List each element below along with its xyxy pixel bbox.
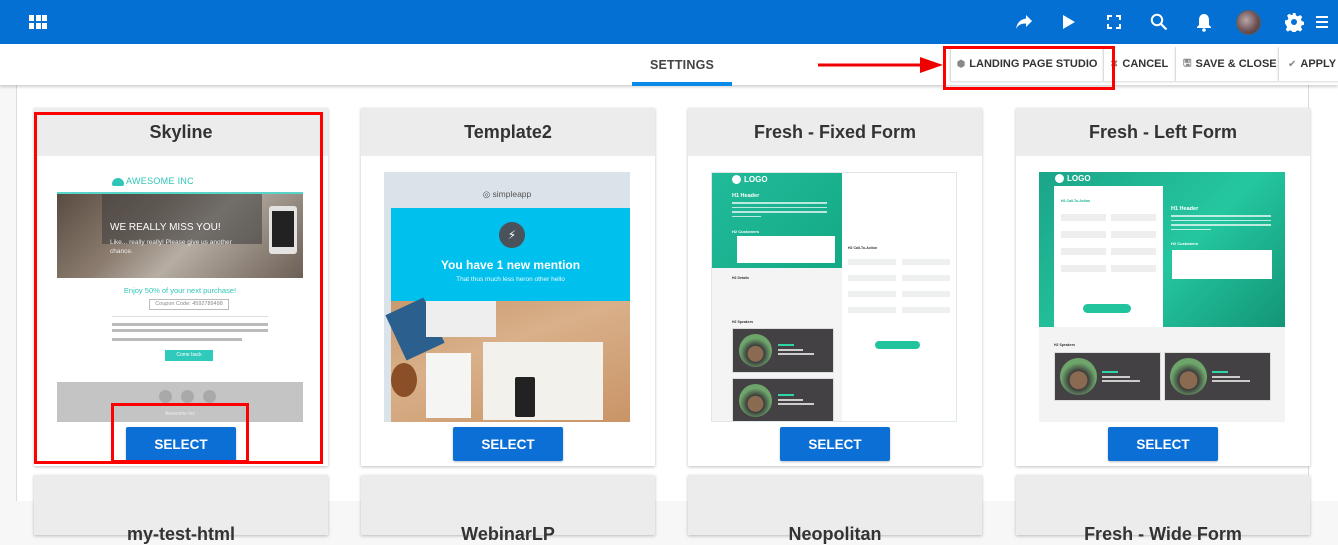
apply-label: APPLY <box>1300 58 1337 70</box>
avatar-button[interactable] <box>1226 0 1271 44</box>
template-title: WebinarLP <box>461 524 555 544</box>
preview-logo: LOGO <box>1055 174 1091 184</box>
menu-icon[interactable] <box>1316 0 1338 44</box>
template-preview-template2: ◎ simpleapp ⚡ You have 1 new mention Tha… <box>384 172 630 422</box>
bolt-icon: ⚡ <box>499 222 525 248</box>
preview-logo: LOGO <box>732 175 768 185</box>
template-title: Neopolitan <box>788 524 882 544</box>
fullscreen-icon[interactable] <box>1091 0 1136 44</box>
top-app-bar <box>0 0 1338 44</box>
select-button[interactable]: SELECT <box>453 427 563 461</box>
template-card-webinarlp: WebinarLP <box>361 475 655 544</box>
template-title: Fresh - Left Form <box>1016 108 1310 156</box>
template-card-fresh-wide-form: Fresh - Wide Form <box>1016 475 1310 544</box>
bell-icon[interactable] <box>1181 0 1226 44</box>
template-card-my-test-html: my-test-html <box>34 475 328 544</box>
avatar <box>1236 9 1261 35</box>
apply-button[interactable]: ✔ APPLY <box>1278 47 1338 81</box>
gear-icon[interactable] <box>1271 0 1316 44</box>
template-preview-fresh-fixed-form: LOGO H1 Header H2 Customers H2 Details H… <box>711 172 957 422</box>
template-card-neopolitan: Neopolitan <box>688 475 982 544</box>
template-title: Fresh - Wide Form <box>1084 524 1242 544</box>
template-card-fresh-fixed-form: Fresh - Fixed Form LOGO H1 Header H2 Cus… <box>688 108 982 466</box>
save-close-label: SAVE & CLOSE <box>1195 58 1277 70</box>
scrollbar-track[interactable] <box>1308 85 1338 501</box>
apps-grid-icon[interactable] <box>29 15 47 29</box>
save-close-button[interactable]: 🖫 SAVE & CLOSE <box>1175 47 1278 81</box>
search-icon[interactable] <box>1136 0 1181 44</box>
check-icon: ✔ <box>1288 58 1297 70</box>
template-title: my-test-html <box>126 524 235 544</box>
template-title: Fresh - Fixed Form <box>688 108 982 156</box>
template-title: Template2 <box>361 108 655 156</box>
template-card-template2: Template2 ◎ simpleapp ⚡ You have 1 new m… <box>361 108 655 466</box>
preview-desk-image <box>385 297 630 422</box>
play-icon[interactable] <box>1046 0 1091 44</box>
share-icon[interactable] <box>1001 0 1046 44</box>
settings-toolbar: SETTINGS ⬢ LANDING PAGE STUDIO ✖ CANCEL … <box>0 44 1338 86</box>
template-card-fresh-left-form: Fresh - Left Form LOGO H2 Call-To-Action… <box>1016 108 1310 466</box>
select-button[interactable]: SELECT <box>780 427 890 461</box>
select-button[interactable]: SELECT <box>1108 427 1218 461</box>
annotation-arrow <box>818 57 943 73</box>
floppy-icon: 🖫 <box>1183 57 1192 69</box>
annotation-highlight-select-button <box>111 403 249 463</box>
template-preview-fresh-left-form: LOGO H2 Call-To-Action H1 Header H2 Cust… <box>1039 172 1285 422</box>
tab-settings[interactable]: SETTINGS <box>632 44 732 85</box>
cancel-label: CANCEL <box>1122 58 1169 70</box>
active-tab-indicator <box>632 82 732 86</box>
preview-logo: ◎ simpleapp <box>482 189 532 199</box>
annotation-highlight-landing-page-studio <box>943 46 1115 90</box>
